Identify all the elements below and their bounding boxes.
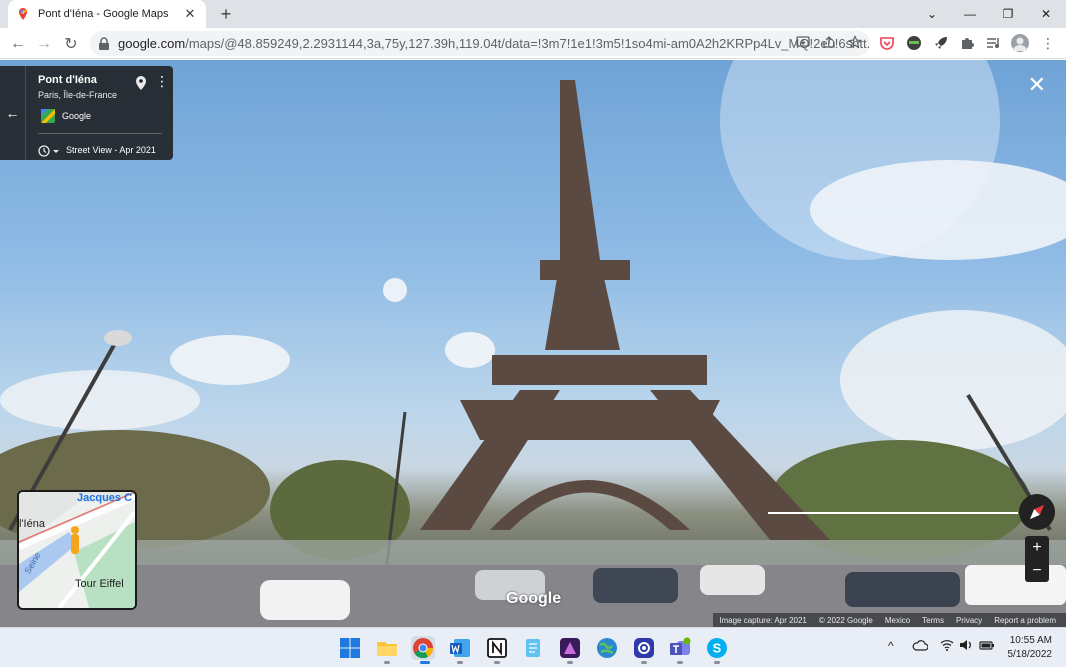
close-streetview-button[interactable]: ✕ [1028, 74, 1046, 96]
affinity-running-indicator [567, 661, 573, 664]
browser-toolbar: ← → ↻ google.com/maps/@48.859249,2.29311… [0, 28, 1066, 59]
tray-overflow-chevron[interactable]: ^ [888, 639, 894, 653]
windows-taskbar: S ^ 10:55 AM 5/18/2022 [0, 627, 1066, 667]
globe-app-icon[interactable] [595, 636, 619, 660]
svg-text:S: S [713, 641, 722, 656]
map-footer: Image capture: Apr 2021 © 2022 Google Me… [713, 613, 1066, 627]
wifi-icon[interactable] [940, 639, 954, 654]
report-problem-link[interactable]: Report a problem [988, 616, 1062, 625]
new-tab-button[interactable]: + [216, 4, 236, 24]
minimap-poi-label: Tour Eiffel [75, 578, 124, 590]
pocket-icon[interactable] [878, 34, 896, 52]
forward-button[interactable]: → [33, 33, 55, 55]
copyright-text: © 2022 Google [818, 615, 873, 625]
clock-date: 5/18/2022 [1007, 649, 1053, 660]
windows-start-icon[interactable] [338, 636, 362, 660]
url-path: /maps/@48.859249,2.2931144,3a,75y,127.39… [185, 36, 870, 51]
minimap-street-label: Jacques C [77, 492, 133, 504]
minimap[interactable]: Jacques C l'Iéna Seine Tour Eiffel [17, 490, 137, 610]
teams-icon[interactable] [668, 636, 692, 660]
media-icon[interactable] [984, 34, 1002, 52]
word-running-indicator [457, 661, 463, 664]
notion-running-indicator [494, 661, 500, 664]
place-name: Pont d'Iéna [38, 74, 97, 86]
google-maps-logo-icon [41, 109, 55, 123]
recorder-running-indicator [641, 661, 647, 664]
reload-button[interactable]: ↻ [60, 33, 82, 55]
contributor-label: Google [62, 111, 92, 121]
more-options-icon[interactable]: ⋮ [155, 74, 169, 88]
tab-google-maps[interactable]: Pont d'Iéna - Google Maps ✕ [8, 0, 206, 28]
affinity-icon[interactable] [558, 636, 582, 660]
google-maps-favicon-icon [16, 7, 30, 21]
privacy-link[interactable]: Privacy [950, 616, 988, 625]
zoom-controls: + − [1025, 536, 1049, 582]
terms-link[interactable]: Terms [916, 616, 950, 625]
skype-icon[interactable]: S [705, 636, 729, 660]
install-app-icon[interactable] [796, 35, 810, 52]
notepad-icon[interactable] [521, 636, 545, 660]
lock-icon [98, 36, 110, 51]
menu-icon[interactable]: ⋮ [1039, 34, 1057, 52]
explorer-running-indicator [384, 661, 390, 664]
teams-running-indicator [677, 661, 683, 664]
profile-avatar[interactable] [1011, 34, 1029, 52]
onedrive-cloud-icon[interactable] [912, 639, 929, 654]
image-capture-text: Image capture: Apr 2021 [719, 615, 807, 625]
system-clock[interactable]: 10:55 AM 5/18/2022 [1008, 634, 1053, 662]
puzzle-icon[interactable] [958, 34, 976, 52]
country-link[interactable]: Mexico [879, 616, 916, 625]
tab-close-icon[interactable]: ✕ [182, 6, 198, 22]
url-host: google.com [118, 36, 186, 51]
tab-search-chevron-icon[interactable]: ⌄ [913, 0, 951, 28]
omnibox-actions [796, 35, 862, 52]
file-explorer-icon[interactable] [375, 636, 399, 660]
street-view-panorama[interactable]: ← Pont d'Iéna Paris, Île-de-France ⋮ Goo… [0, 60, 1066, 627]
minimap-station-label: l'Iéna [19, 518, 45, 530]
maximize-button[interactable]: ❐ [989, 0, 1027, 28]
clock-time: 10:55 AM [1009, 635, 1052, 646]
screen-recorder-icon[interactable] [632, 636, 656, 660]
bookmark-star-icon[interactable] [848, 35, 862, 52]
heading-indicator-line [768, 512, 1018, 514]
address-bar[interactable]: google.com/maps/@48.859249,2.2931144,3a,… [90, 31, 870, 56]
place-region: Paris, Île-de-France [38, 90, 118, 100]
chrome-active-indicator [420, 661, 430, 664]
history-clock-icon[interactable] [38, 145, 60, 157]
rocket-icon[interactable] [932, 34, 950, 52]
capture-date-label: Street View - Apr 2021 [66, 145, 156, 155]
spy-icon[interactable] [905, 34, 923, 52]
word-icon[interactable] [448, 636, 472, 660]
location-info-card: ← Pont d'Iéna Paris, Île-de-France ⋮ Goo… [0, 66, 173, 160]
share-icon[interactable] [822, 35, 836, 52]
notion-icon[interactable] [485, 636, 509, 660]
chrome-icon[interactable] [411, 636, 435, 660]
card-divider [38, 133, 162, 134]
back-button[interactable]: ← [7, 33, 29, 55]
tab-strip: Pont d'Iéna - Google Maps ✕ + ⌄ — ❐ ✕ [0, 0, 1066, 28]
minimize-button[interactable]: — [951, 0, 989, 28]
back-arrow-button[interactable]: ← [0, 66, 26, 160]
volume-icon[interactable] [959, 639, 973, 654]
zoom-in-button[interactable]: + [1025, 536, 1049, 559]
compass-icon[interactable] [1019, 494, 1055, 530]
battery-icon[interactable] [979, 639, 995, 654]
map-pin-icon[interactable] [136, 76, 146, 95]
zoom-out-button[interactable]: − [1025, 559, 1049, 582]
window-close-button[interactable]: ✕ [1027, 0, 1065, 28]
google-watermark: Google [506, 590, 562, 607]
skype-running-indicator [714, 661, 720, 664]
tab-title: Pont d'Iéna - Google Maps [38, 8, 169, 20]
